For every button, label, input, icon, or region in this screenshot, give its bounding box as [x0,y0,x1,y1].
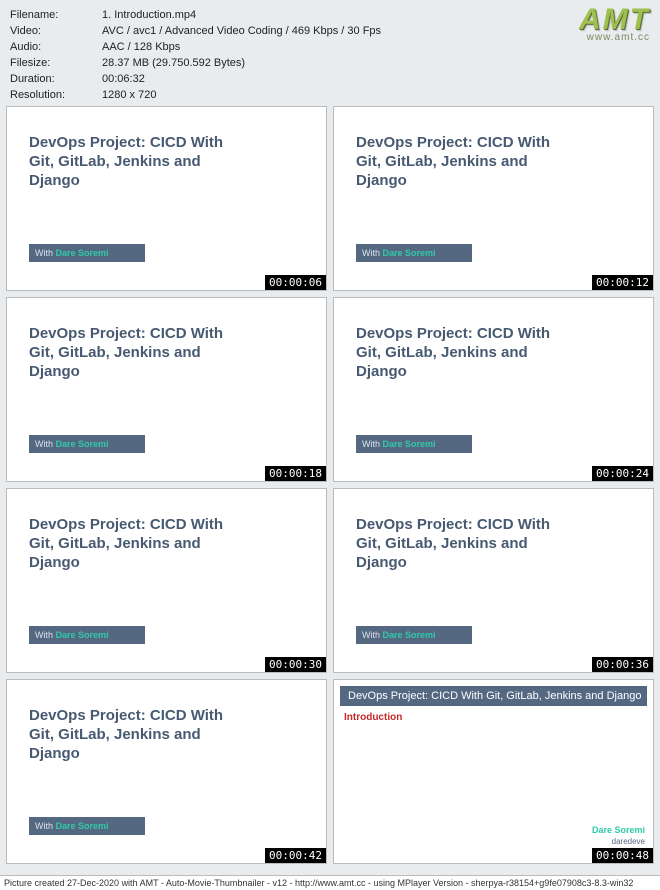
timestamp: 00:00:42 [265,848,326,863]
alt-slide-intro: Introduction [334,706,653,729]
author-bar: With Dare Soremi [356,244,472,262]
author-bar: With Dare Soremi [29,244,145,262]
meta-row-filename: Filename: 1. Introduction.mp4 [10,8,650,23]
meta-row-audio: Audio: AAC / 128 Kbps [10,40,650,55]
meta-row-duration: Duration: 00:06:32 [10,72,650,87]
timestamp: 00:00:12 [592,275,653,290]
meta-row-resolution: Resolution: 1280 x 720 [10,88,650,103]
author-name: Dare Soremi [383,630,436,640]
timestamp: 00:00:30 [265,657,326,672]
footer-text: Picture created 27-Dec-2020 with AMT - A… [0,875,660,890]
timestamp: 00:00:36 [592,657,653,672]
author-bar: With Dare Soremi [29,435,145,453]
thumbnail-4: DevOps Project: CICD With Git, GitLab, J… [333,297,654,482]
meta-label: Resolution: [10,88,102,103]
meta-value: 1. Introduction.mp4 [102,8,650,23]
author-bar: With Dare Soremi [356,435,472,453]
slide-title: DevOps Project: CICD With Git, GitLab, J… [29,515,249,572]
slide-title: DevOps Project: CICD With Git, GitLab, J… [356,133,576,190]
author-name: Dare Soremi [56,248,109,258]
thumbnail-grid: DevOps Project: CICD With Git, GitLab, J… [0,106,660,864]
meta-label: Video: [10,24,102,39]
thumbnail-8: DevOps Project: CICD With Git, GitLab, J… [333,679,654,864]
with-label: With [35,439,53,449]
alt-slide-header: DevOps Project: CICD With Git, GitLab, J… [340,686,647,706]
with-label: With [35,630,53,640]
meta-label: Filesize: [10,56,102,71]
thumbnail-7: DevOps Project: CICD With Git, GitLab, J… [6,679,327,864]
meta-row-filesize: Filesize: 28.37 MB (29.750.592 Bytes) [10,56,650,71]
slide-title: DevOps Project: CICD With Git, GitLab, J… [356,515,576,572]
with-label: With [35,821,53,831]
meta-value: 00:06:32 [102,72,650,87]
meta-value: AVC / avc1 / Advanced Video Coding / 469… [102,24,650,39]
thumbnail-3: DevOps Project: CICD With Git, GitLab, J… [6,297,327,482]
alt-slide-credit: Dare Soremi daredeve [592,825,645,847]
with-label: With [35,248,53,258]
with-label: With [362,248,380,258]
logo-url: www.amt.cc [579,32,650,43]
author-name: Dare Soremi [56,821,109,831]
metadata-header: Filename: 1. Introduction.mp4 Video: AVC… [0,0,660,106]
slide-title: DevOps Project: CICD With Git, GitLab, J… [29,133,249,190]
author-bar: With Dare Soremi [29,817,145,835]
slide-title: DevOps Project: CICD With Git, GitLab, J… [356,324,576,381]
meta-value: 28.37 MB (29.750.592 Bytes) [102,56,650,71]
author-name: Dare Soremi [56,630,109,640]
meta-label: Audio: [10,40,102,55]
thumbnail-5: DevOps Project: CICD With Git, GitLab, J… [6,488,327,673]
author-bar: With Dare Soremi [356,626,472,644]
author-name: Dare Soremi [383,439,436,449]
amt-logo: AMT www.amt.cc [579,6,650,43]
meta-label: Duration: [10,72,102,87]
logo-text: AMT [579,6,650,34]
author-name: Dare Soremi [56,439,109,449]
credit-name: Dare Soremi [592,825,645,836]
thumbnail-2: DevOps Project: CICD With Git, GitLab, J… [333,106,654,291]
credit-sub: daredeve [592,836,645,847]
timestamp: 00:00:48 [592,848,653,863]
author-bar: With Dare Soremi [29,626,145,644]
slide-title: DevOps Project: CICD With Git, GitLab, J… [29,324,249,381]
meta-label: Filename: [10,8,102,23]
thumbnail-1: DevOps Project: CICD With Git, GitLab, J… [6,106,327,291]
timestamp: 00:00:06 [265,275,326,290]
meta-value: 1280 x 720 [102,88,650,103]
with-label: With [362,439,380,449]
thumbnail-6: DevOps Project: CICD With Git, GitLab, J… [333,488,654,673]
with-label: With [362,630,380,640]
slide-title: DevOps Project: CICD With Git, GitLab, J… [29,706,249,763]
meta-row-video: Video: AVC / avc1 / Advanced Video Codin… [10,24,650,39]
timestamp: 00:00:24 [592,466,653,481]
meta-value: AAC / 128 Kbps [102,40,650,55]
timestamp: 00:00:18 [265,466,326,481]
author-name: Dare Soremi [383,248,436,258]
